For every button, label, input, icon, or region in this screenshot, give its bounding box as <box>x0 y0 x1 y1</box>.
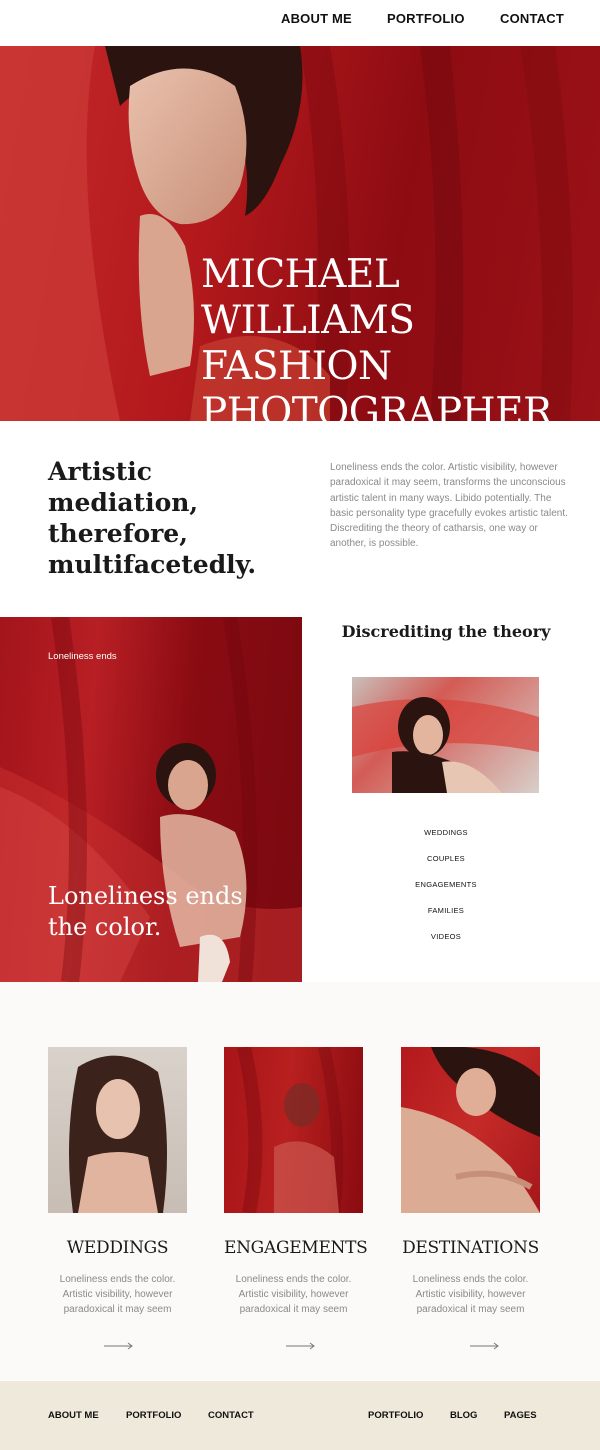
service-card: WEDDINGS Loneliness ends the color. Arti… <box>48 1047 187 1317</box>
footer-pages-link[interactable]: PAGES <box>504 1410 537 1421</box>
nav-about-link[interactable]: ABOUT ME <box>281 11 352 26</box>
service-photo-destinations <box>401 1047 540 1213</box>
hero-title-line-2: WILLIAMS FASHION <box>201 298 415 389</box>
hero-title: MICHAEL WILLIAMS FASHION PHOTOGRAPHER <box>201 252 581 421</box>
side-photo <box>352 677 539 793</box>
service-card: ENGAGEMENTS Loneliness ends the color. A… <box>224 1047 368 1317</box>
service-title: DESTINATIONS <box>402 1238 539 1258</box>
intro-body: Loneliness ends the color. Artistic visi… <box>330 462 568 550</box>
hero-title-line-1: MICHAEL <box>201 252 400 297</box>
top-nav: ABOUT ME PORTFOLIO CONTACT <box>0 0 600 46</box>
footer-portfolio-link[interactable]: PORTFOLIO <box>126 1410 181 1421</box>
service-photo-weddings <box>48 1047 187 1213</box>
footer-blog-link[interactable]: BLOG <box>450 1410 477 1421</box>
footer-contact-link[interactable]: CONTACT <box>208 1410 254 1421</box>
menu-item-videos[interactable]: VIDEOS <box>346 932 546 958</box>
footer-about-link[interactable]: ABOUT ME <box>48 1410 99 1421</box>
hero-title-line-3: PHOTOGRAPHER <box>201 390 552 421</box>
service-photo-art <box>401 1047 540 1213</box>
feature-photo-block: Loneliness ends Loneliness ends the colo… <box>0 617 302 982</box>
service-photo-engagements <box>224 1047 363 1213</box>
service-title: ENGAGEMENTS <box>224 1238 368 1258</box>
menu-item-engagements[interactable]: ENGAGEMENTS <box>346 880 546 906</box>
service-card: DESTINATIONS Loneliness ends the color. … <box>401 1047 540 1317</box>
intro-heading: Artistic mediation, therefore, multiface… <box>48 457 257 579</box>
footer-portfolio-link-2[interactable]: PORTFOLIO <box>368 1410 423 1421</box>
menu-item-families[interactable]: FAMILIES <box>346 906 546 932</box>
arrow-right-icon[interactable] <box>104 1342 134 1350</box>
service-photo-art <box>237 1047 344 1213</box>
arrow-right-icon[interactable] <box>470 1342 500 1350</box>
service-text: Loneliness ends the color. Artistic visi… <box>412 1274 529 1315</box>
service-text: Loneliness ends the color. Artistic visi… <box>59 1274 176 1315</box>
service-text: Loneliness ends the color. Artistic visi… <box>235 1274 352 1315</box>
nav-contact-link[interactable]: CONTACT <box>500 11 564 26</box>
menu-item-couples[interactable]: COUPLES <box>346 854 546 880</box>
feature-big-caption: Loneliness ends the color. <box>48 882 243 941</box>
arrow-right-icon[interactable] <box>286 1342 316 1350</box>
service-photo-art <box>69 1055 167 1213</box>
services-section: WEDDINGS Loneliness ends the color. Arti… <box>0 982 600 1380</box>
hero-banner: MICHAEL WILLIAMS FASHION PHOTOGRAPHER <box>0 46 600 421</box>
side-photo-art <box>352 697 539 793</box>
side-title: Discrediting the theory <box>341 622 551 641</box>
service-title: WEDDINGS <box>66 1238 169 1258</box>
nav-portfolio-link[interactable]: PORTFOLIO <box>387 11 465 26</box>
feature-small-caption: Loneliness ends <box>48 651 117 662</box>
side-menu: WEDDINGS COUPLES ENGAGEMENTS FAMILIES VI… <box>346 828 546 958</box>
footer: ABOUT ME PORTFOLIO CONTACT PORTFOLIO BLO… <box>0 1381 600 1450</box>
menu-item-weddings[interactable]: WEDDINGS <box>346 828 546 854</box>
